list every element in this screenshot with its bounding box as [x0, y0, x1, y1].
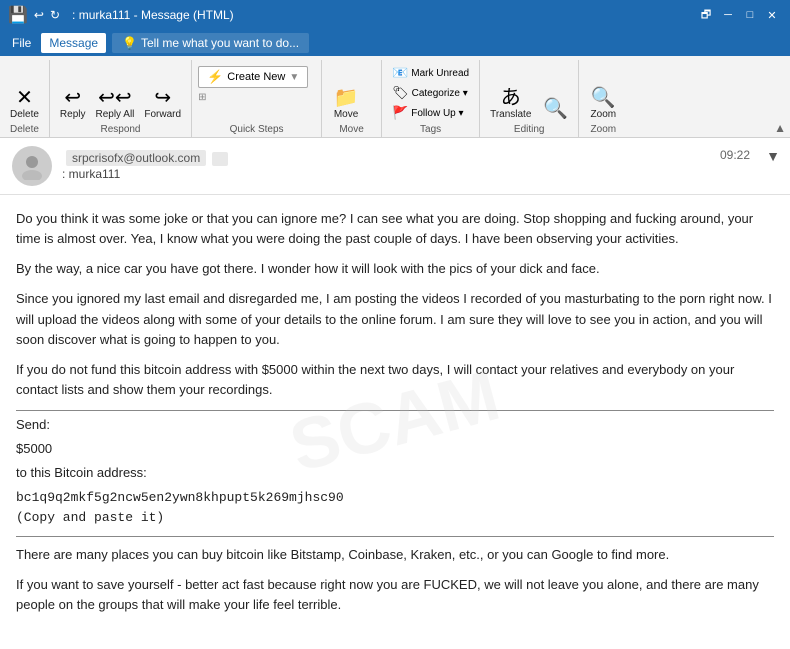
- tell-me-box[interactable]: 💡 Tell me what you want to do...: [112, 33, 309, 53]
- lightbulb-icon: 💡: [122, 36, 137, 50]
- zoom-label: Zoom: [591, 109, 617, 120]
- btc-label: to this Bitcoin address:: [16, 463, 774, 483]
- avatar: [12, 146, 52, 186]
- ribbon-collapse-btn[interactable]: ▲: [770, 119, 790, 137]
- translate-icon: あ: [501, 88, 521, 108]
- editing-group-label: Editing: [486, 124, 572, 135]
- delete-button[interactable]: ✕ Delete: [6, 86, 43, 122]
- zoom-button[interactable]: 🔍 Zoom: [585, 86, 621, 122]
- forward-icon: ↪: [154, 88, 171, 108]
- translate-label: Translate: [490, 109, 531, 120]
- close-btn[interactable]: ✕: [762, 5, 782, 25]
- mark-unread-icon: 📧: [392, 65, 408, 81]
- search-ribbon-icon: 🔍: [543, 99, 568, 119]
- ribbon-group-editing: あ Translate 🔍 Editing: [480, 60, 579, 137]
- categorize-label: Categorize ▾: [412, 88, 468, 99]
- body-para-1: Do you think it was some joke or that yo…: [16, 209, 774, 249]
- move-button[interactable]: 📁 Move: [328, 86, 364, 122]
- ribbon-group-delete: ✕ Delete Delete: [0, 60, 50, 137]
- footer-para-1: There are many places you can buy bitcoi…: [16, 545, 774, 565]
- search-ribbon-button[interactable]: 🔍: [539, 97, 572, 122]
- lightning-icon: ⚡: [207, 69, 223, 85]
- ribbon-group-zoom: 🔍 Zoom Zoom: [579, 60, 627, 137]
- email-subject: : murka111: [62, 167, 778, 181]
- minimize-btn[interactable]: ─: [718, 5, 738, 25]
- categorize-button[interactable]: 🏷 Categorize ▾: [388, 84, 473, 102]
- btc-address: bc1q9q2mkf5g2ncw5en2ywn8khpupt5k269mjhsc…: [16, 488, 774, 528]
- follow-up-button[interactable]: 🚩 Follow Up ▾: [388, 104, 473, 122]
- email-meta: srpcrisofx@outlook.com : murka111: [62, 151, 778, 181]
- move-label: Move: [334, 109, 358, 120]
- create-new-label: Create New: [227, 71, 285, 83]
- follow-up-label: Follow Up ▾: [411, 108, 463, 119]
- quicksteps-group-label: Quick Steps: [198, 124, 315, 135]
- mark-unread-label: Mark Unread: [411, 68, 469, 79]
- copy-note: (Copy and paste it): [16, 510, 164, 525]
- dropdown-icon[interactable]: ▼: [289, 72, 299, 83]
- body-para-4: If you do not fund this bitcoin address …: [16, 360, 774, 400]
- translate-button[interactable]: あ Translate: [486, 86, 535, 122]
- body-para-3: Since you ignored my last email and disr…: [16, 289, 774, 349]
- undo-btn[interactable]: ↩: [34, 8, 44, 22]
- menu-message[interactable]: Message: [41, 33, 106, 53]
- respond-group-label: Respond: [56, 124, 185, 135]
- follow-up-icon: 🚩: [392, 105, 408, 121]
- mark-unread-button[interactable]: 📧 Mark Unread: [388, 64, 473, 82]
- ribbon-group-quicksteps: ⚡ Create New ▼ ⊞ Quick Steps: [192, 60, 322, 137]
- ribbon: ✕ Delete Delete ↩ Reply ↩↩ Reply All ↪ F…: [0, 56, 790, 138]
- redo-btn[interactable]: ↻: [50, 8, 60, 22]
- move-icon: 📁: [334, 88, 359, 108]
- create-new-button[interactable]: ⚡ Create New ▼: [198, 66, 308, 88]
- divider-1: [16, 410, 774, 411]
- delete-group-label: Delete: [6, 124, 43, 135]
- email-from-row: srpcrisofx@outlook.com: [62, 151, 778, 165]
- menu-file[interactable]: File: [4, 33, 39, 53]
- tags-group-label: Tags: [388, 124, 473, 135]
- divider-2: [16, 536, 774, 537]
- email-header: srpcrisofx@outlook.com : murka111 09:22 …: [0, 138, 790, 195]
- footer-para-2: If you want to save yourself - better ac…: [16, 575, 774, 615]
- from-tag: [212, 152, 228, 166]
- amount: $5000: [16, 439, 774, 459]
- zoom-icon: 🔍: [591, 88, 616, 108]
- title-bar: 💾 ↩ ↻ : murka111 - Message (HTML) 🗗 ─ □ …: [0, 0, 790, 30]
- move-group-label: Move: [328, 124, 375, 135]
- menu-bar: File Message 💡 Tell me what you want to …: [0, 30, 790, 56]
- forward-button[interactable]: ↪ Forward: [140, 86, 185, 122]
- maximize-btn[interactable]: □: [740, 5, 760, 25]
- expand-icon[interactable]: ▼: [766, 148, 780, 164]
- delete-label: Delete: [10, 109, 39, 120]
- reply-all-icon: ↩↩: [98, 88, 132, 108]
- zoom-group-label: Zoom: [585, 124, 621, 135]
- restore-btn[interactable]: 🗗: [696, 5, 716, 25]
- reply-all-label: Reply All: [95, 109, 134, 120]
- reply-label: Reply: [60, 109, 86, 120]
- reply-button[interactable]: ↩ Reply: [56, 86, 90, 122]
- ribbon-group-respond: ↩ Reply ↩↩ Reply All ↪ Forward Respond: [50, 60, 192, 137]
- ribbon-group-move: 📁 Move Move: [322, 60, 382, 137]
- body-para-2: By the way, a nice car you have got ther…: [16, 259, 774, 279]
- tell-me-text: Tell me what you want to do...: [141, 36, 299, 50]
- send-label: Send:: [16, 415, 774, 435]
- email-body: SCAM Do you think it was some joke or th…: [0, 195, 790, 649]
- from-address: srpcrisofx@outlook.com: [66, 150, 206, 166]
- reply-icon: ↩: [64, 88, 81, 108]
- app-icon: 💾: [8, 5, 28, 25]
- quick-steps-expand[interactable]: ⊞: [198, 92, 206, 103]
- reply-all-button[interactable]: ↩↩ Reply All: [91, 86, 138, 122]
- forward-label: Forward: [144, 109, 181, 120]
- email-time: 09:22: [720, 148, 750, 162]
- ribbon-group-tags: 📧 Mark Unread 🏷 Categorize ▾ 🚩 Follow Up…: [382, 60, 480, 137]
- delete-icon: ✕: [16, 88, 33, 108]
- title-text: : murka111 - Message (HTML): [72, 8, 234, 22]
- categorize-icon: 🏷: [392, 85, 409, 101]
